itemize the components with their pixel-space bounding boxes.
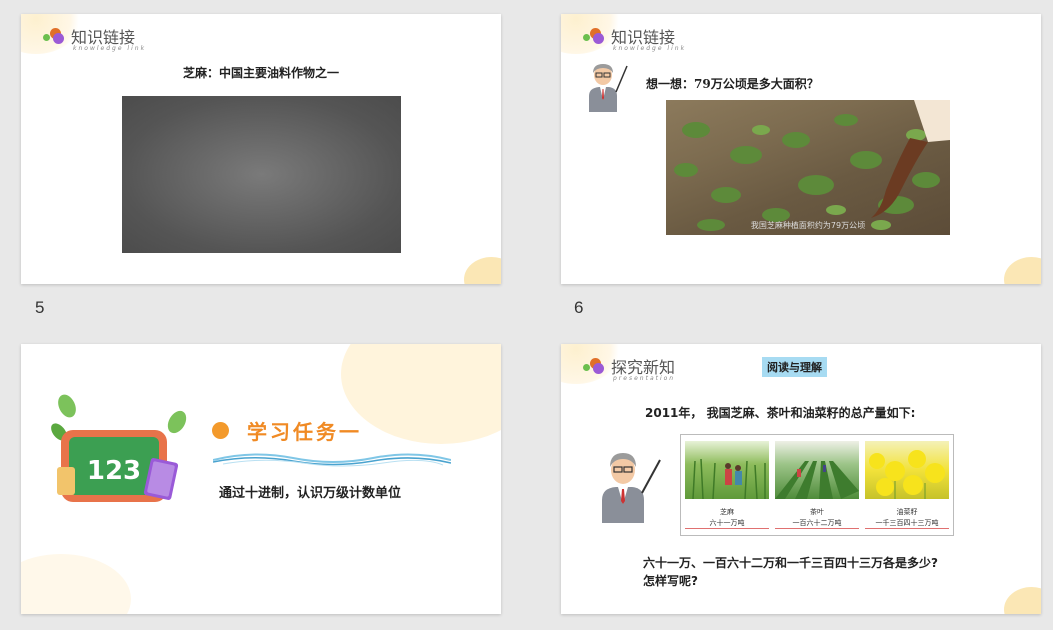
corner-decoration	[1004, 587, 1041, 614]
slide-thumbnail-6[interactable]: 知识链接 knowledge link 想一想：79万公顷是多大面积？ 我国芝麻…	[561, 14, 1041, 284]
slide-thumbnail-7[interactable]: 123 学习任务一 通过十进制，认识万级计数单位	[21, 344, 501, 614]
slide-number: 6	[574, 298, 584, 317]
crop-yield: 一千三百四十三万吨	[865, 518, 949, 529]
crop-yield: 六十一万吨	[685, 518, 769, 529]
logo-dots-icon	[43, 28, 65, 46]
crop-photo-panel: 芝麻 六十一万吨 茶叶 一百六十二万吨 油菜籽 一千三百四十三万吨	[680, 434, 954, 536]
lesson-subtitle: 通过十进制，认识万级计数单位	[219, 486, 402, 501]
corner-decoration	[464, 257, 501, 284]
slide-number: 5	[35, 298, 45, 317]
teacher-icon	[589, 64, 628, 112]
slide-header-subtitle: knowledge link	[73, 45, 147, 52]
crop-name: 芝麻	[720, 508, 734, 516]
logo-dots-icon	[583, 28, 605, 46]
slide-thumbnail-8[interactable]: 探究新知 presentation 阅读与理解 2011年， 我国芝麻、茶叶和油…	[561, 344, 1041, 614]
rapeseed-photo	[865, 441, 949, 499]
bullet-dot-icon	[212, 422, 229, 439]
slide-header-subtitle: presentation	[613, 375, 676, 382]
corner-decoration	[341, 344, 501, 444]
corner-decoration	[21, 554, 131, 614]
video-placeholder[interactable]	[122, 96, 401, 253]
wave-decoration	[213, 453, 451, 467]
question-line: 怎样写呢?	[643, 574, 698, 588]
crop-name: 油菜籽	[896, 508, 918, 516]
crop-name: 茶叶	[810, 508, 824, 516]
number-board-icon: 123	[51, 394, 187, 502]
photo-caption: 我国芝麻种植面积约为79万公顷	[750, 221, 866, 230]
lesson-title: 学习任务一	[247, 420, 362, 444]
slide-thumbnail-5[interactable]: 知识链接 knowledge link 芝麻：中国主要油料作物之一	[21, 14, 501, 284]
board-number: 123	[87, 456, 141, 486]
slide-caption: 芝麻：中国主要油料作物之一	[182, 66, 339, 80]
slide-header-subtitle: knowledge link	[613, 45, 687, 52]
logo-dots-icon	[583, 358, 605, 376]
sesame-field-photo: 我国芝麻种植面积约为79万公顷	[666, 100, 950, 235]
crop-yield: 一百六十二万吨	[775, 518, 859, 529]
slide-question: 想一想：79万公顷是多大面积？	[646, 77, 819, 91]
intro-text: 2011年， 我国芝麻、茶叶和油菜籽的总产量如下:	[645, 406, 916, 420]
section-tag: 阅读与理解	[762, 357, 827, 377]
question-line: 六十一万、一百六十二万和一千三百四十三万各是多少?	[643, 556, 938, 570]
teacher-icon	[602, 453, 661, 523]
sesame-photo	[685, 441, 769, 499]
tea-photo	[775, 441, 859, 499]
corner-decoration	[1004, 257, 1041, 284]
